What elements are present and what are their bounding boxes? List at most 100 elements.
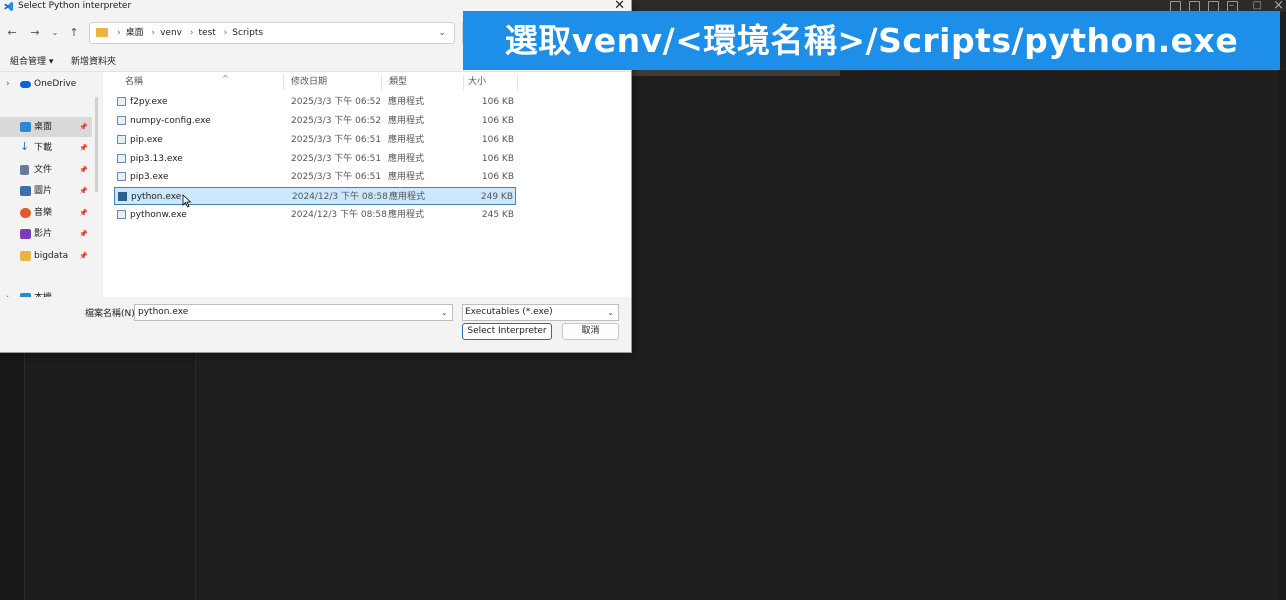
nav-pane-scrollbar[interactable] (95, 97, 98, 192)
nav-item-label: 音樂 (34, 208, 53, 218)
file-name: f2py.exe (130, 97, 168, 107)
dialog-title: Select Python interpreter (18, 1, 132, 11)
nav-item-this-pc[interactable]: › 本機 (0, 288, 92, 297)
file-name: pip.exe (130, 135, 163, 145)
nav-item-desktop[interactable]: 桌面 📌 (0, 117, 92, 137)
activity-bar (0, 352, 25, 600)
filename-label: 檔案名稱(N): (85, 309, 138, 319)
nav-item-onedrive[interactable]: › OneDrive (0, 74, 92, 94)
file-date: 2024/12/3 下午 08:58 (292, 192, 388, 202)
up-arrow-icon[interactable]: ↑ (67, 26, 81, 40)
python-exe-icon (117, 210, 126, 219)
filetype-dropdown-icon: ⌄ (607, 308, 614, 317)
column-divider[interactable] (381, 74, 382, 90)
breadcrumb-item[interactable]: 桌面 (126, 28, 144, 38)
file-list: 名稱 ^ 修改日期 類型 大小 f2py.exe 2025/3/3 下午 06:… (103, 72, 631, 297)
nav-item-videos[interactable]: 影片 📌 (0, 224, 92, 244)
filename-input[interactable]: python.exe (134, 304, 453, 321)
pin-icon: 📌 (79, 144, 88, 152)
file-size: 106 KB (481, 116, 514, 126)
column-divider[interactable] (517, 74, 518, 90)
nav-item-music[interactable]: 音樂 📌 (0, 203, 92, 223)
file-row[interactable]: pythonw.exe 2024/12/3 下午 08:58 應用程式 245 … (114, 206, 516, 224)
nav-item-label: 影片 (34, 229, 53, 239)
expand-chevron-icon[interactable]: › (6, 288, 10, 297)
python-file-icon (117, 97, 126, 106)
maximize-icon[interactable]: □ (1253, 0, 1262, 11)
document-icon (20, 165, 29, 175)
file-date: 2025/3/3 下午 06:51 (291, 135, 382, 145)
music-icon (20, 208, 31, 218)
nav-item-label: OneDrive (34, 79, 77, 89)
nav-item-label: bigdata (34, 251, 69, 261)
file-date: 2024/12/3 下午 08:58 (291, 210, 387, 220)
select-interpreter-button[interactable]: Select Interpreter (462, 323, 552, 340)
python-file-icon (117, 135, 126, 144)
download-icon: ↓ (20, 140, 30, 153)
file-date: 2025/3/3 下午 06:52 (291, 97, 382, 107)
column-divider[interactable] (283, 74, 284, 90)
nav-item-label: 桌面 (34, 122, 53, 132)
nav-item-documents[interactable]: 文件 📌 (0, 160, 92, 180)
folder-icon (20, 251, 31, 261)
file-size: 249 KB (480, 192, 513, 202)
new-folder-button[interactable]: 新增資料夾 (71, 55, 116, 69)
editor-scrollbar[interactable] (1278, 70, 1286, 600)
breadcrumb-item[interactable]: venv (160, 28, 182, 38)
nav-item-label: 圖片 (34, 186, 53, 196)
file-row[interactable]: numpy-config.exe 2025/3/3 下午 06:52 應用程式 … (114, 112, 516, 130)
file-name: pythonw.exe (130, 210, 187, 220)
back-arrow-icon[interactable]: ← (5, 26, 19, 40)
file-size: 106 KB (481, 154, 514, 164)
file-date: 2025/3/3 下午 06:51 (291, 172, 382, 182)
breadcrumb-item[interactable]: test (199, 28, 216, 38)
sort-up-icon: ^ (222, 74, 229, 83)
filename-dropdown-icon[interactable]: ⌄ (441, 304, 448, 321)
minimize-icon[interactable]: – (1229, 0, 1234, 11)
file-type: 應用程式 (388, 97, 425, 107)
file-row[interactable]: pip3.13.exe 2025/3/3 下午 06:51 應用程式 106 K… (114, 150, 516, 168)
column-header-type[interactable]: 類型 (389, 76, 407, 88)
breadcrumb: › 桌面 › venv › test › Scripts (117, 28, 264, 38)
address-dropdown-icon[interactable]: ⌄ (438, 23, 446, 44)
file-type: 應用程式 (388, 135, 425, 145)
pin-icon: 📌 (79, 123, 88, 131)
file-size: 106 KB (481, 97, 514, 107)
pin-icon: 📌 (79, 230, 88, 238)
file-type: 應用程式 (388, 210, 425, 220)
nav-item-bigdata[interactable]: bigdata 📌 (0, 246, 92, 266)
file-row[interactable]: pip.exe 2025/3/3 下午 06:51 應用程式 106 KB (114, 131, 516, 149)
column-header-size[interactable]: 大小 (468, 76, 486, 88)
vscode-icon (3, 1, 14, 12)
file-date: 2025/3/3 下午 06:51 (291, 154, 382, 164)
python-exe-icon (118, 192, 127, 201)
video-icon (20, 229, 31, 239)
filetype-select[interactable]: Executables (*.exe) ⌄ (462, 304, 619, 321)
recent-chevron-icon[interactable]: ⌄ (48, 26, 62, 40)
file-row[interactable]: pip3.exe 2025/3/3 下午 06:51 應用程式 106 KB (114, 168, 516, 186)
picture-icon (20, 186, 31, 196)
nav-item-downloads[interactable]: ↓ 下載 📌 (0, 138, 92, 158)
column-divider[interactable] (463, 74, 464, 90)
file-row-selected[interactable]: python.exe 2024/12/3 下午 08:58 應用程式 249 K… (114, 187, 516, 205)
folder-icon (96, 28, 108, 37)
explorer-sidebar (25, 352, 196, 600)
expand-chevron-icon[interactable]: › (6, 74, 10, 94)
python-file-icon (117, 116, 126, 125)
file-name: numpy-config.exe (130, 116, 211, 126)
file-type: 應用程式 (388, 116, 425, 126)
file-date: 2025/3/3 下午 06:52 (291, 116, 382, 126)
cloud-icon (20, 81, 31, 88)
nav-item-label: 本機 (34, 288, 52, 297)
column-header-name[interactable]: 名稱 ^ (125, 74, 229, 88)
desktop-icon (20, 122, 31, 132)
nav-item-pictures[interactable]: 圖片 📌 (0, 181, 92, 201)
forward-arrow-icon[interactable]: → (28, 26, 42, 40)
cancel-button[interactable]: 取消 (562, 323, 619, 340)
breadcrumb-item[interactable]: Scripts (232, 28, 263, 38)
file-size: 245 KB (481, 210, 514, 220)
organize-button[interactable]: 組合管理 ▾ (10, 55, 53, 69)
address-bar[interactable]: › 桌面 › venv › test › Scripts ⌄ (89, 22, 455, 44)
column-header-date[interactable]: 修改日期 (291, 76, 327, 88)
file-row[interactable]: f2py.exe 2025/3/3 下午 06:52 應用程式 106 KB (114, 93, 516, 111)
